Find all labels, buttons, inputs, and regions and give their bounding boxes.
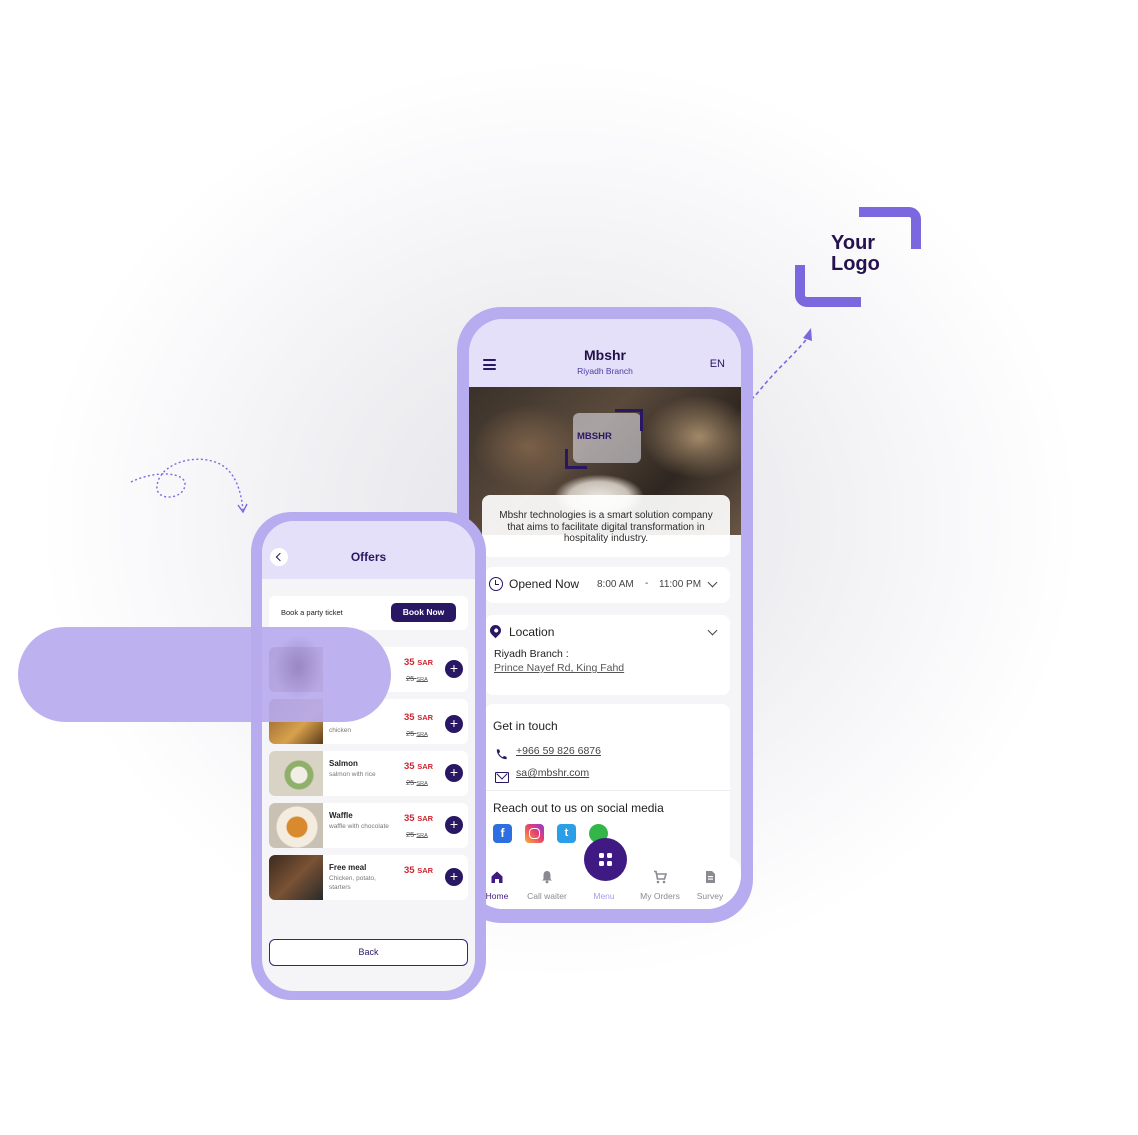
offer-description: waffle with chocolate: [329, 823, 389, 830]
location-branch: Riyadh Branch :: [494, 648, 569, 660]
offer-item[interactable]: Waffle waffle with chocolate 35 SAR 25 S…: [269, 803, 468, 848]
offer-price: 35 SAR: [404, 657, 434, 668]
offer-image: [269, 751, 323, 796]
offer-price: 35 SAR: [404, 865, 434, 876]
offer-old-price: 25 SRA: [406, 674, 428, 683]
offer-name: Salmon: [329, 759, 358, 768]
offer-description: Chicken, potato, starters: [329, 875, 376, 891]
nav-menu[interactable]: Menu: [577, 891, 631, 901]
book-now-button[interactable]: Book Now: [391, 603, 456, 622]
main-phone-mockup: Mbshr Riyadh Branch EN MBSHR Mbshr techn…: [457, 307, 753, 923]
location-pin-icon: [487, 622, 504, 639]
offer-price: 35 SAR: [404, 712, 434, 723]
logo-text: Your Logo: [831, 233, 880, 275]
chevron-down-icon[interactable]: [707, 625, 718, 636]
phone-icon: [496, 749, 507, 760]
mbshr-logo-badge: MBSHR: [565, 409, 643, 469]
survey-document-icon[interactable]: [703, 870, 717, 884]
offer-image: [269, 855, 323, 900]
add-offer-button[interactable]: +: [445, 868, 463, 886]
twitter-icon[interactable]: t: [557, 824, 576, 843]
decorative-dotted-curl: [130, 458, 248, 514]
offer-image: [269, 803, 323, 848]
opened-status: Opened Now: [509, 577, 580, 591]
open-time: 8:00 AM: [597, 579, 634, 590]
back-button[interactable]: Back: [269, 939, 468, 966]
time-separator: -: [645, 578, 649, 589]
party-ticket-text: Book a party ticket: [281, 608, 343, 617]
blurred-overlay-pill: [18, 627, 391, 722]
offer-name: Waffle: [329, 811, 353, 820]
add-offer-button[interactable]: +: [445, 660, 463, 678]
offer-price: 35 SAR: [404, 813, 434, 824]
offers-phone-screen: Offers Book a party ticket Book Now 35 S…: [262, 521, 475, 991]
nav-survey[interactable]: Survey: [683, 891, 737, 901]
close-time: 11:00 PM: [659, 579, 702, 590]
instagram-icon[interactable]: [525, 824, 544, 843]
opening-hours-card[interactable]: Opened Now 8:00 AM - 11:00 PM: [485, 567, 730, 603]
main-phone-screen: Mbshr Riyadh Branch EN MBSHR Mbshr techn…: [469, 319, 741, 909]
add-offer-button[interactable]: +: [445, 816, 463, 834]
clock-icon: [489, 577, 503, 591]
party-ticket-card: Book a party ticket Book Now: [269, 596, 468, 630]
app-header: Mbshr Riyadh Branch EN: [469, 319, 741, 387]
nav-my-orders[interactable]: My Orders: [633, 891, 687, 901]
cart-icon[interactable]: [653, 870, 667, 884]
offer-item[interactable]: Salmon salmon with rice 35 SAR 25 SRA +: [269, 751, 468, 796]
offers-phone-mockup: Offers Book a party ticket Book Now 35 S…: [251, 512, 486, 1000]
home-icon[interactable]: [490, 870, 504, 884]
badge-logo-text: MBSHR: [577, 431, 612, 442]
add-offer-button[interactable]: +: [445, 764, 463, 782]
nav-call-waiter[interactable]: Call waiter: [520, 891, 574, 901]
grid-icon: [599, 853, 612, 866]
offer-old-price: 25 SRA: [406, 830, 428, 839]
mail-icon: [495, 772, 509, 783]
offer-description: chicken: [329, 727, 352, 734]
contact-heading: Get in touch: [493, 719, 558, 733]
restaurant-name: Mbshr: [584, 347, 626, 363]
offer-item[interactable]: Free meal Chicken, potato, starters 35 S…: [269, 855, 468, 900]
facebook-icon[interactable]: f: [493, 824, 512, 843]
offer-name: Free meal: [329, 863, 367, 872]
branch-name: Riyadh Branch: [577, 366, 633, 376]
menu-fab-button[interactable]: [584, 838, 627, 881]
social-heading: Reach out to us on social media: [493, 801, 664, 815]
location-label: Location: [509, 625, 555, 639]
offers-header: Offers: [262, 521, 475, 579]
phone-link[interactable]: +966 59 826 6876: [516, 745, 601, 757]
email-link[interactable]: sa@mbshr.com: [516, 767, 589, 779]
logo-line-1: Your: [831, 232, 876, 254]
language-switch[interactable]: EN: [710, 358, 725, 370]
offer-old-price: 25 SRA: [406, 729, 428, 738]
offers-title: Offers: [350, 550, 387, 564]
your-logo: Your Logo: [795, 207, 921, 307]
bell-icon[interactable]: [540, 870, 554, 884]
logo-line-2: Logo: [831, 253, 880, 275]
location-card[interactable]: Location Riyadh Branch : Prince Nayef Rd…: [485, 615, 730, 695]
offer-price: 35 SAR: [404, 761, 434, 772]
about-card: Mbshr technologies is a smart solution c…: [482, 495, 730, 557]
add-offer-button[interactable]: +: [445, 715, 463, 733]
divider: [485, 790, 730, 791]
chevron-down-icon[interactable]: [707, 577, 718, 588]
offer-old-price: 25 SRA: [406, 778, 428, 787]
location-address-link[interactable]: Prince Nayef Rd, King Fahd: [494, 662, 624, 674]
offer-description: salmon with rice: [329, 771, 376, 778]
